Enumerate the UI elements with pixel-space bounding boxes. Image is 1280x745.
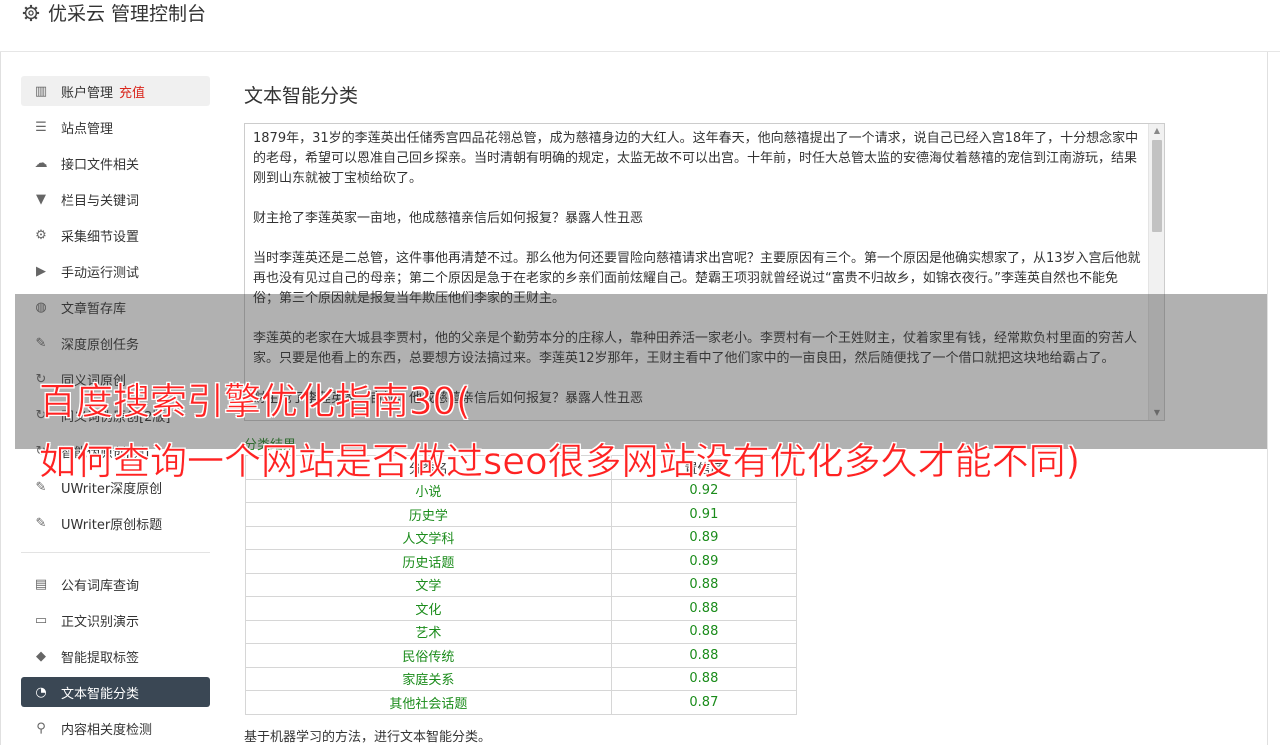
recharge-link[interactable]: 充值 — [119, 82, 145, 101]
table-row: 历史话题 0.89 — [245, 549, 798, 574]
category-cell: 家庭关系 — [245, 666, 612, 691]
confidence-cell: 0.89 — [610, 549, 798, 574]
confidence-cell: 0.88 — [610, 619, 798, 644]
sidebar-item-group1-4[interactable]: ⚙ 采集细节设置 — [21, 220, 210, 250]
sidebar-item-group1-1[interactable]: ☰ 站点管理 — [21, 112, 210, 142]
category-cell: 其他社会话题 — [245, 690, 612, 715]
category-cell: 民俗传统 — [245, 643, 612, 668]
sidebar-item-group2-0[interactable]: ▤ 公有词库查询 — [21, 569, 210, 599]
table-row: 历史学 0.91 — [245, 502, 798, 527]
confidence-cell: 0.88 — [610, 572, 798, 597]
sidebar-item-label: 栏目与关键词 — [61, 193, 140, 209]
sidebar-item-group1-12[interactable]: ✎ UWriter原创标题 — [21, 508, 210, 538]
confidence-cell: 0.88 — [610, 596, 798, 621]
right-border — [1267, 0, 1268, 745]
sidebar-item-group2-3[interactable]: ◔ 文本智能分类 — [21, 677, 210, 707]
sidebar-item-group1-2[interactable]: ☁ 接口文件相关 — [21, 148, 210, 178]
category-cell: 历史学 — [245, 502, 612, 527]
tag-icon: ◆ — [36, 648, 46, 664]
play-circle-icon: ▶ — [36, 263, 46, 279]
left-border — [0, 0, 1, 745]
server-icon: ☰ — [35, 119, 47, 135]
main-content: 文本智能分类 1879年，31岁的李莲英出任储秀宫四品花翎总管，成为慈禧身边的大… — [244, 76, 1165, 745]
description-text: 基于机器学习的方法，进行文本智能分类。 — [244, 730, 492, 745]
gear-icon[interactable] — [22, 4, 40, 22]
sidebar-item-group2-1[interactable]: ▭ 正文识别演示 — [21, 605, 210, 635]
overlay-title-line1: 百度搜索引擎优化指南30( — [39, 380, 471, 424]
sidebar-item-group1-0[interactable]: ▥ 账户管理 充值 — [21, 76, 210, 106]
sidebar-item-label: UWriter原创标题 — [61, 517, 163, 533]
sidebar-item-label: 站点管理 — [61, 121, 114, 137]
category-cell: 艺术 — [245, 619, 612, 644]
table-row: 家庭关系 0.88 — [245, 666, 798, 691]
scroll-up-icon[interactable]: ▲ — [1149, 124, 1164, 138]
table-row: 文学 0.88 — [245, 572, 798, 597]
sidebar-item-label: 公有词库查询 — [61, 578, 140, 594]
top-bar: 优采云 管理控制台 — [0, 0, 1280, 52]
sidebar-item-group1-5[interactable]: ▶ 手动运行测试 — [21, 256, 210, 286]
sidebar-item-label: 文本智能分类 — [61, 686, 140, 702]
search-icon: ⚲ — [36, 720, 46, 736]
page-title: 文本智能分类 — [244, 85, 359, 107]
sidebar-item-group1-3[interactable]: ▼ 栏目与关键词 — [21, 184, 210, 214]
scroll-thumb[interactable] — [1152, 140, 1162, 232]
bar-chart-icon: ▥ — [34, 83, 48, 99]
table-row: 文化 0.88 — [245, 596, 798, 621]
table-row: 民俗传统 0.88 — [245, 643, 798, 668]
edit-icon: ✎ — [35, 515, 47, 531]
category-cell: 文化 — [245, 596, 612, 621]
sidebar-divider — [21, 552, 210, 553]
table-row: 人文学科 0.89 — [245, 525, 798, 550]
sidebar-item-label: 接口文件相关 — [61, 157, 140, 173]
confidence-cell: 0.87 — [610, 690, 798, 715]
desktop-icon: ▭ — [34, 612, 48, 628]
category-cell: 历史话题 — [245, 549, 612, 574]
table-row: 其他社会话题 0.87 — [245, 690, 798, 715]
app-title: 优采云 管理控制台 — [48, 3, 207, 25]
sidebar-item-label: 内容相关度检测 — [61, 722, 153, 738]
sidebar-item-label: 账户管理 — [61, 85, 114, 101]
table-row: 艺术 0.88 — [245, 619, 798, 644]
sidebar-group-tools: ▤ 公有词库查询 ▭ 正文识别演示 ◆ 智能提取标签 ◔ 文本智能分类 ⚲ 内容相关度检测 — [21, 569, 210, 743]
category-cell: 文学 — [245, 572, 612, 597]
filter-icon: ▼ — [36, 191, 46, 207]
sidebar-item-label: 手动运行测试 — [61, 265, 140, 281]
overlay-title-line2: 如何查询一个网站是否做过seo很多网站没有优化多久才能不同) — [39, 440, 1081, 484]
category-cell: 人文学科 — [245, 525, 612, 550]
sidebar-item-group2-4[interactable]: ⚲ 内容相关度检测 — [21, 713, 210, 743]
pie-chart-icon: ◔ — [35, 684, 47, 700]
confidence-cell: 0.88 — [610, 643, 798, 668]
book-icon: ▤ — [34, 576, 48, 592]
sidebar-item-group2-2[interactable]: ◆ 智能提取标签 — [21, 641, 210, 671]
sidebar-item-label: 智能提取标签 — [61, 650, 140, 666]
gears-icon: ⚙ — [35, 227, 47, 243]
confidence-cell: 0.91 — [610, 502, 798, 527]
result-table-body: 小说 0.92 历史学 0.91 人文学科 0.89 历史话题 0.89 文学 0.88 文化 0.8… — [245, 478, 798, 715]
confidence-cell: 0.89 — [610, 525, 798, 550]
sidebar-item-label: 正文识别演示 — [61, 614, 140, 630]
sidebar-item-label: 采集细节设置 — [61, 229, 140, 245]
cloud-upload-icon: ☁ — [34, 155, 48, 171]
overlay-band — [15, 294, 1267, 449]
result-table: 分类名 置信度 小说 0.92 历史学 0.91 人文学科 0.89 历史话题 0.89 文学 0… — [245, 455, 798, 715]
confidence-cell: 0.88 — [610, 666, 798, 691]
